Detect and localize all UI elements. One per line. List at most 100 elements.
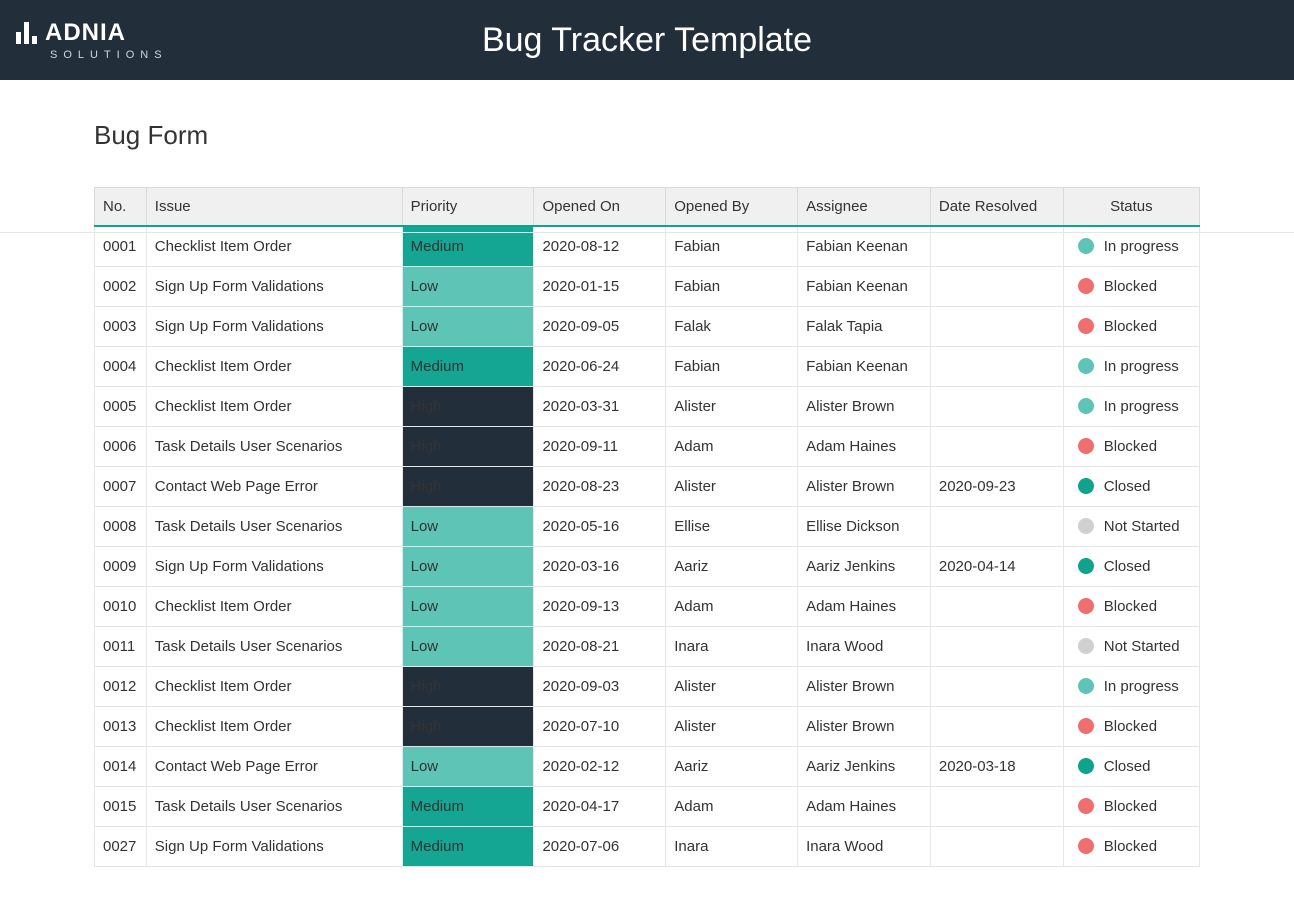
cell-priority[interactable]: Low <box>402 306 534 346</box>
cell-priority[interactable]: Medium <box>402 826 534 866</box>
cell-status[interactable]: Closed <box>1063 466 1199 506</box>
cell-date-resolved[interactable]: 2020-04-14 <box>930 546 1063 586</box>
cell-priority[interactable]: High <box>402 386 534 426</box>
cell-assignee[interactable]: Falak Tapia <box>798 306 931 346</box>
cell-date-resolved[interactable] <box>930 266 1063 306</box>
cell-no[interactable]: 0013 <box>95 706 147 746</box>
cell-opened-by[interactable]: Inara <box>666 626 798 666</box>
cell-issue[interactable]: Sign Up Form Validations <box>146 266 402 306</box>
cell-status[interactable]: Blocked <box>1063 266 1199 306</box>
cell-assignee[interactable]: Alister Brown <box>798 706 931 746</box>
cell-date-resolved[interactable] <box>930 386 1063 426</box>
cell-priority[interactable]: Medium <box>402 786 534 826</box>
table-row[interactable]: 0003Sign Up Form ValidationsLow2020-09-0… <box>95 306 1200 346</box>
cell-status[interactable]: Not Started <box>1063 626 1199 666</box>
cell-assignee[interactable]: Fabian Keenan <box>798 346 931 386</box>
cell-assignee[interactable]: Alister Brown <box>798 386 931 426</box>
cell-assignee[interactable]: Alister Brown <box>798 666 931 706</box>
table-row[interactable]: 0006Task Details User ScenariosHigh2020-… <box>95 426 1200 466</box>
cell-opened-on[interactable]: 2020-05-16 <box>534 506 666 546</box>
cell-opened-by[interactable]: Falak <box>666 306 798 346</box>
cell-date-resolved[interactable] <box>930 626 1063 666</box>
cell-opened-by[interactable]: Alister <box>666 666 798 706</box>
cell-issue[interactable]: Task Details User Scenarios <box>146 626 402 666</box>
cell-no[interactable]: 0004 <box>95 346 147 386</box>
cell-opened-on[interactable]: 2020-07-10 <box>534 706 666 746</box>
cell-assignee[interactable]: Adam Haines <box>798 426 931 466</box>
cell-no[interactable]: 0010 <box>95 586 147 626</box>
cell-opened-on[interactable]: 2020-07-06 <box>534 826 666 866</box>
cell-opened-by[interactable]: Fabian <box>666 266 798 306</box>
cell-no[interactable]: 0006 <box>95 426 147 466</box>
cell-status[interactable]: Blocked <box>1063 426 1199 466</box>
cell-assignee[interactable]: Ellise Dickson <box>798 506 931 546</box>
cell-opened-by[interactable]: Adam <box>666 786 798 826</box>
cell-status[interactable]: Blocked <box>1063 586 1199 626</box>
col-header-issue[interactable]: Issue <box>146 188 402 227</box>
table-row[interactable]: 0027Sign Up Form ValidationsMedium2020-0… <box>95 826 1200 866</box>
col-header-priority[interactable]: Priority <box>402 188 534 227</box>
cell-issue[interactable]: Checklist Item Order <box>146 586 402 626</box>
cell-no[interactable]: 0007 <box>95 466 147 506</box>
cell-date-resolved[interactable] <box>930 506 1063 546</box>
cell-date-resolved[interactable] <box>930 346 1063 386</box>
table-row[interactable]: 0013Checklist Item OrderHigh2020-07-10Al… <box>95 706 1200 746</box>
cell-status[interactable]: Blocked <box>1063 786 1199 826</box>
cell-issue[interactable]: Task Details User Scenarios <box>146 786 402 826</box>
cell-issue[interactable]: Checklist Item Order <box>146 346 402 386</box>
cell-status[interactable]: Closed <box>1063 746 1199 786</box>
table-row[interactable]: 0014Contact Web Page ErrorLow2020-02-12A… <box>95 746 1200 786</box>
cell-no[interactable]: 0014 <box>95 746 147 786</box>
cell-date-resolved[interactable] <box>930 306 1063 346</box>
table-row[interactable]: 0005Checklist Item OrderHigh2020-03-31 Al… <box>95 386 1200 426</box>
cell-opened-by[interactable]: Fabian <box>666 346 798 386</box>
table-row[interactable]: 0004Checklist Item OrderMedium2020-06-24… <box>95 346 1200 386</box>
cell-no[interactable]: 0005 <box>95 386 147 426</box>
cell-opened-by[interactable]: Aariz <box>666 746 798 786</box>
cell-no[interactable]: 0012 <box>95 666 147 706</box>
table-row[interactable]: 0002Sign Up Form ValidationsLow2020-01-1… <box>95 266 1200 306</box>
cell-status[interactable]: In progress <box>1063 346 1199 386</box>
cell-issue[interactable]: Sign Up Form Validations <box>146 546 402 586</box>
table-row[interactable]: 0015Task Details User ScenariosMedium202… <box>95 786 1200 826</box>
cell-opened-on[interactable]: 2020-02-12 <box>534 746 666 786</box>
cell-priority[interactable]: Medium <box>402 346 534 386</box>
table-row[interactable]: 0007Contact Web Page ErrorHigh2020-08-23… <box>95 466 1200 506</box>
cell-status[interactable]: Closed <box>1063 546 1199 586</box>
cell-no[interactable]: 0003 <box>95 306 147 346</box>
cell-status[interactable]: Blocked <box>1063 306 1199 346</box>
cell-opened-by[interactable]: Alister <box>666 466 798 506</box>
cell-opened-by[interactable]: Aariz <box>666 546 798 586</box>
cell-status[interactable]: Blocked <box>1063 826 1199 866</box>
cell-assignee[interactable]: Alister Brown <box>798 466 931 506</box>
cell-issue[interactable]: Contact Web Page Error <box>146 746 402 786</box>
cell-date-resolved[interactable] <box>930 786 1063 826</box>
cell-priority[interactable]: Low <box>402 266 534 306</box>
table-row[interactable]: 0012Checklist Item OrderHigh2020-09-03Al… <box>95 666 1200 706</box>
cell-issue[interactable]: Task Details User Scenarios <box>146 506 402 546</box>
cell-opened-on[interactable]: 2020-01-15 <box>534 266 666 306</box>
cell-opened-on[interactable]: 2020-03-16 <box>534 546 666 586</box>
cell-issue[interactable]: Checklist Item Order <box>146 386 402 426</box>
cell-assignee[interactable]: Adam Haines <box>798 586 931 626</box>
cell-opened-on[interactable]: 2020-08-21 <box>534 626 666 666</box>
cell-no[interactable]: 0027 <box>95 826 147 866</box>
cell-date-resolved[interactable]: 2020-03-18 <box>930 746 1063 786</box>
cell-date-resolved[interactable] <box>930 706 1063 746</box>
cell-opened-on[interactable]: 2020-03-31 <box>534 386 666 426</box>
table-row[interactable]: 0009Sign Up Form ValidationsLow2020-03-1… <box>95 546 1200 586</box>
cell-assignee[interactable]: Fabian Keenan <box>798 266 931 306</box>
cell-priority[interactable]: Low <box>402 546 534 586</box>
cell-issue[interactable]: Task Details User Scenarios <box>146 426 402 466</box>
cell-priority[interactable]: Low <box>402 586 534 626</box>
cell-priority[interactable]: High <box>402 466 534 506</box>
cell-opened-by[interactable]: Alister <box>666 706 798 746</box>
cell-status[interactable]: Not Started <box>1063 506 1199 546</box>
cell-issue[interactable]: Checklist Item Order <box>146 666 402 706</box>
cell-status[interactable]: Blocked <box>1063 706 1199 746</box>
col-header-status[interactable]: Status <box>1063 188 1199 227</box>
cell-status[interactable]: In progress <box>1063 386 1199 426</box>
cell-opened-on[interactable]: 2020-09-13 <box>534 586 666 626</box>
cell-date-resolved[interactable] <box>930 826 1063 866</box>
cell-opened-on[interactable]: 2020-06-24 <box>534 346 666 386</box>
